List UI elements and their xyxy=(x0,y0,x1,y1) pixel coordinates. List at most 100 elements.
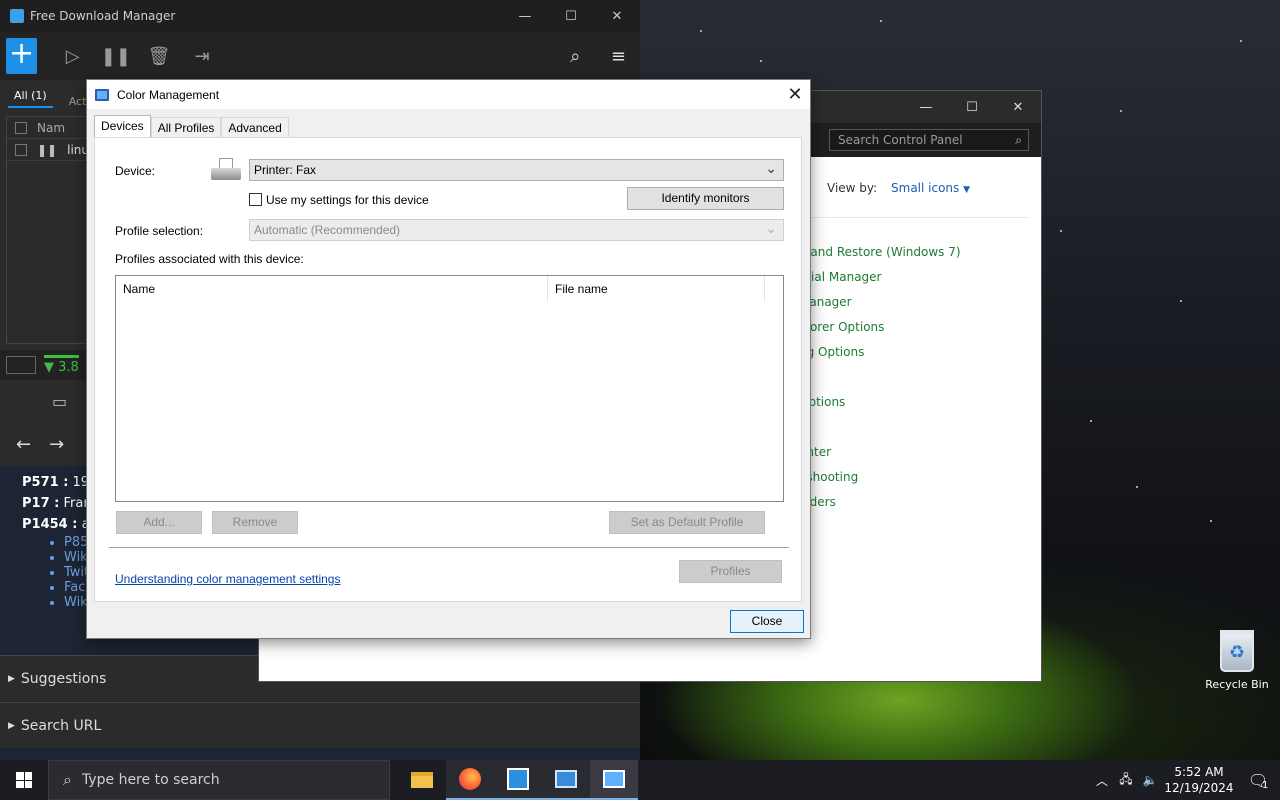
dialog-titlebar: Color Management ✕ xyxy=(87,80,810,109)
close-button[interactable]: Close xyxy=(730,610,804,633)
notification-button[interactable]: 🗨 1 xyxy=(1236,760,1280,800)
minimize-icon[interactable]: — xyxy=(502,0,548,32)
add-download-button[interactable]: + xyxy=(6,38,38,74)
column-file-name[interactable]: File name xyxy=(548,276,765,302)
chevron-up-icon[interactable]: ︿ xyxy=(1090,772,1114,789)
taskbar-search[interactable]: ⌕ Type here to search xyxy=(48,760,390,800)
add-button[interactable]: Add... xyxy=(116,511,202,534)
expand-arrow-icon: ▶ xyxy=(8,673,15,684)
color-management-icon xyxy=(95,88,109,101)
fdm-titlebar: Free Download Manager — ☐ ✕ xyxy=(0,0,640,32)
list-item[interactable] xyxy=(799,370,961,395)
control-panel-icon[interactable] xyxy=(542,760,590,800)
row-checkbox[interactable] xyxy=(15,143,27,156)
move-to-folder-icon[interactable]: ⇥ xyxy=(181,46,224,67)
view-by: View by: Small icons ▼ xyxy=(827,181,970,195)
maximize-icon[interactable]: ☐ xyxy=(949,91,995,123)
fdm-toolbar: + ▷ ❚❚ 🗑 ⇥ ⌕ ≡ xyxy=(0,32,640,80)
recycle-bin-label: Recycle Bin xyxy=(1205,678,1269,691)
maximize-icon[interactable]: ☐ xyxy=(548,0,594,32)
list-item[interactable]: atial Manager xyxy=(799,270,961,295)
info-key: P17 : xyxy=(22,496,60,511)
delete-icon[interactable]: 🗑 xyxy=(137,46,180,67)
close-icon[interactable]: ✕ xyxy=(995,91,1041,123)
search-url-section[interactable]: ▶ Search URL xyxy=(0,702,640,748)
network-icon[interactable]: 🖧 xyxy=(1114,770,1138,791)
list-header: Name File name xyxy=(116,276,783,302)
recycle-bin-shortcut[interactable]: Recycle Bin xyxy=(1202,630,1272,691)
device-label: Device: xyxy=(115,164,156,178)
column-name[interactable]: Name xyxy=(116,276,548,302)
list-item[interactable]: Manager xyxy=(799,295,961,320)
fdm-logo-icon xyxy=(10,9,24,23)
remove-button[interactable]: Remove xyxy=(212,511,298,534)
notification-count: 1 xyxy=(1262,780,1269,791)
list-item[interactable]: ng Options xyxy=(799,345,961,370)
use-settings-label[interactable]: Use my settings for this device xyxy=(266,193,429,207)
clock-date: 12/19/2024 xyxy=(1164,781,1234,795)
use-settings-checkbox[interactable] xyxy=(249,193,262,206)
start-button[interactable] xyxy=(0,760,48,800)
list-item[interactable]: p and Restore (Windows 7) xyxy=(799,245,961,270)
devices-panel: Device: Printer: Fax Use my settings for… xyxy=(94,137,802,602)
tab-devices[interactable]: Devices xyxy=(94,115,151,137)
list-item[interactable] xyxy=(799,420,961,445)
list-item[interactable]: eshooting xyxy=(799,470,961,495)
set-default-profile-button[interactable]: Set as Default Profile xyxy=(609,511,765,534)
close-icon[interactable]: ✕ xyxy=(594,0,640,32)
suggestions-label: Suggestions xyxy=(20,670,107,687)
printer-icon xyxy=(211,158,241,182)
profile-selection-label: Profile selection: xyxy=(115,224,204,238)
tab-all[interactable]: All (1) xyxy=(8,89,53,108)
view-by-label: View by: xyxy=(827,181,878,195)
windows-icon xyxy=(16,772,32,788)
forward-icon[interactable]: → xyxy=(49,434,64,455)
divider xyxy=(109,547,789,548)
profiles-button[interactable]: Profiles xyxy=(679,560,782,583)
fdm-title: Free Download Manager xyxy=(30,9,176,23)
monitor-icon[interactable] xyxy=(6,356,36,374)
minimize-icon[interactable]: — xyxy=(903,91,949,123)
close-icon[interactable]: ✕ xyxy=(780,84,810,105)
profiles-list[interactable]: Name File name xyxy=(115,275,784,502)
clock[interactable]: 5:52 AM 12/19/2024 xyxy=(1162,764,1236,796)
search-icon[interactable]: ⌕ xyxy=(554,46,597,67)
download-speed: ▼ 3.8 xyxy=(44,355,79,375)
tab-advanced[interactable]: Advanced xyxy=(221,117,289,137)
divider xyxy=(799,217,1029,218)
info-key: P571 : xyxy=(22,475,69,490)
menu-icon[interactable]: ≡ xyxy=(597,46,640,67)
tab-all-profiles[interactable]: All Profiles xyxy=(150,117,222,137)
understanding-color-link[interactable]: Understanding color management settings xyxy=(115,572,340,586)
column-name[interactable]: Nam xyxy=(37,121,65,135)
resume-icon[interactable]: ▷ xyxy=(51,46,94,67)
expand-arrow-icon: ▶ xyxy=(8,720,15,731)
list-item[interactable]: olders xyxy=(799,495,961,520)
search-icon: ⌕ xyxy=(63,770,72,789)
taskbar-search-placeholder: Type here to search xyxy=(81,772,220,788)
view-by-dropdown[interactable]: Small icons xyxy=(891,181,959,195)
firefox-icon[interactable] xyxy=(446,760,494,800)
dialog-title: Color Management xyxy=(117,87,220,102)
taskbar: ⌕ Type here to search ︿ 🖧 🔈 5:52 AM 12/1… xyxy=(0,760,1280,800)
profiles-associated-label: Profiles associated with this device: xyxy=(115,252,304,266)
cp-item-list: p and Restore (Windows 7) atial Manager … xyxy=(799,245,961,520)
list-item[interactable]: enter xyxy=(799,445,961,470)
profile-selection-dropdown[interactable]: Automatic (Recommended) xyxy=(249,218,784,241)
volume-icon[interactable]: 🔈 xyxy=(1138,773,1162,787)
dialog-tabs: Devices All Profiles Advanced xyxy=(94,115,289,137)
select-all-checkbox[interactable] xyxy=(15,121,27,134)
back-icon[interactable]: ← xyxy=(16,434,31,455)
search-control-panel-input[interactable]: Search Control Panel xyxy=(829,129,1029,151)
identify-monitors-button[interactable]: Identify monitors xyxy=(627,187,784,210)
color-management-dialog: Color Management ✕ Devices All Profiles … xyxy=(86,79,811,639)
info-key: P1454 : xyxy=(22,517,78,532)
list-item[interactable]: Options xyxy=(799,395,961,420)
file-explorer-icon[interactable] xyxy=(398,760,446,800)
pause-icon[interactable]: ❚❚ xyxy=(94,46,137,67)
list-item[interactable]: plorer Options xyxy=(799,320,961,345)
device-dropdown[interactable]: Printer: Fax xyxy=(249,158,784,181)
search-url-label: Search URL xyxy=(20,717,102,734)
color-management-taskbar-icon[interactable] xyxy=(590,760,638,800)
free-download-manager-icon[interactable] xyxy=(494,760,542,800)
